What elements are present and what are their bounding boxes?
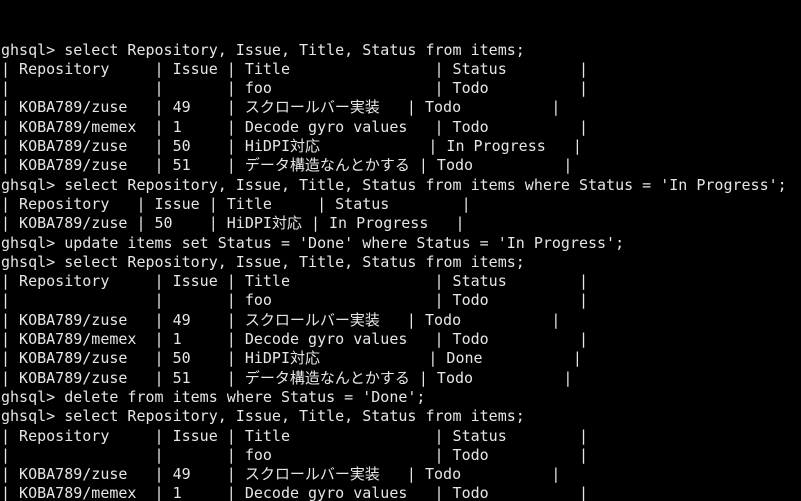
terminal-line: | KOBA789/memex | 1 | Decode gyro values… [1, 484, 588, 501]
terminal-line: ghsql> update items set Status = 'Done' … [1, 233, 625, 252]
terminal-line: | KOBA789/zuse | 51 | データ構造なんとかする | Todo… [1, 368, 573, 387]
terminal-line: | KOBA789/zuse | 50 | HiDPI対応 | In Progr… [1, 137, 582, 156]
terminal-line: ghsql> select Repository, Issue, Title, … [1, 40, 525, 59]
terminal-line: | Repository | Issue | Title | Status | [1, 426, 588, 445]
terminal-line: | Repository | Issue | Title | Status | [1, 59, 588, 78]
terminal-line: | Repository | Issue | Title | Status | [1, 272, 588, 291]
terminal-line: | | | foo | Todo | [1, 79, 588, 98]
terminal-line: | KOBA789/zuse | 49 | スクロールバー実装 | Todo | [1, 98, 561, 117]
terminal-line: | KOBA789/memex | 1 | Decode gyro values… [1, 330, 588, 349]
terminal-line: | Repository | Issue | Title | Status | [1, 194, 471, 213]
terminal-line: | KOBA789/memex | 1 | Decode gyro values… [1, 117, 588, 136]
terminal-line: | KOBA789/zuse | 51 | データ構造なんとかする | Todo… [1, 156, 573, 175]
terminal-line: ghsql> select Repository, Issue, Title, … [1, 407, 525, 426]
terminal-line: | KOBA789/zuse | 49 | スクロールバー実装 | Todo | [1, 465, 561, 484]
terminal-output: ghsql> select Repository, Issue, Title, … [1, 41, 801, 501]
terminal-line: ghsql> delete from items where Status = … [1, 387, 426, 406]
terminal-line: ghsql> select Repository, Issue, Title, … [1, 175, 787, 194]
terminal-line: | | | foo | Todo | [1, 291, 588, 310]
terminal-line: ghsql> select Repository, Issue, Title, … [1, 252, 525, 271]
terminal-line: | KOBA789/zuse | 50 | HiDPI対応 | In Progr… [1, 214, 465, 233]
terminal-screen[interactable]: ghsql> select Repository, Issue, Title, … [0, 0, 801, 501]
terminal-line: | KOBA789/zuse | 49 | スクロールバー実装 | Todo | [1, 310, 561, 329]
terminal-line: | KOBA789/zuse | 50 | HiDPI対応 | Done | [1, 349, 582, 368]
terminal-line: | | | foo | Todo | [1, 445, 588, 464]
